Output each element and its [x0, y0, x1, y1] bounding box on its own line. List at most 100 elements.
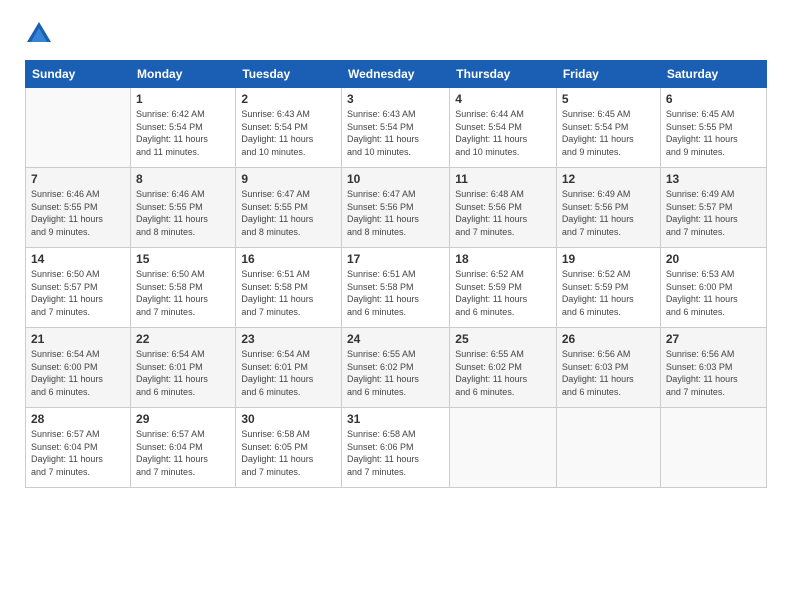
calendar-cell: 27 Sunrise: 6:56 AM Sunset: 6:03 PM Dayli… [660, 328, 766, 408]
calendar-cell: 5 Sunrise: 6:45 AM Sunset: 5:54 PM Daylig… [556, 88, 660, 168]
day-info: Sunrise: 6:42 AM Sunset: 5:54 PM Dayligh… [136, 108, 230, 158]
weekday-header-friday: Friday [556, 61, 660, 88]
day-info: Sunrise: 6:52 AM Sunset: 5:59 PM Dayligh… [562, 268, 655, 318]
calendar-cell: 12 Sunrise: 6:49 AM Sunset: 5:56 PM Dayli… [556, 168, 660, 248]
calendar-cell: 20 Sunrise: 6:53 AM Sunset: 6:00 PM Dayli… [660, 248, 766, 328]
calendar-cell: 10Sunrise: 6:47 AM Sunset: 5:56 PM Dayli… [342, 168, 450, 248]
calendar-cell: 7 Sunrise: 6:46 AM Sunset: 5:55 PM Daylig… [26, 168, 131, 248]
calendar-cell: 29 Sunrise: 6:57 AM Sunset: 6:04 PM Dayli… [131, 408, 236, 488]
day-info: Sunrise: 6:46 AM Sunset: 5:55 PM Dayligh… [31, 188, 125, 238]
day-number: 18 [455, 252, 551, 266]
day-number: 4 [455, 92, 551, 106]
calendar-cell: 17 Sunrise: 6:51 AM Sunset: 5:58 PM Dayli… [342, 248, 450, 328]
day-info: Sunrise: 6:52 AM Sunset: 5:59 PM Dayligh… [455, 268, 551, 318]
day-number: 9 [241, 172, 336, 186]
day-info: Sunrise: 6:45 AM Sunset: 5:55 PM Dayligh… [666, 108, 761, 158]
day-info: Sunrise: 6:55 AM Sunset: 6:02 PM Dayligh… [347, 348, 444, 398]
calendar-cell: 8 Sunrise: 6:46 AM Sunset: 5:55 PM Daylig… [131, 168, 236, 248]
day-info: Sunrise: 6:57 AM Sunset: 6:04 PM Dayligh… [136, 428, 230, 478]
day-info: Sunrise: 6:51 AM Sunset: 5:58 PM Dayligh… [347, 268, 444, 318]
calendar-cell: 13Sunrise: 6:49 AM Sunset: 5:57 PM Dayli… [660, 168, 766, 248]
calendar-cell [660, 408, 766, 488]
calendar-cell: 4 Sunrise: 6:44 AM Sunset: 5:54 PM Daylig… [450, 88, 557, 168]
calendar-cell: 16Sunrise: 6:51 AM Sunset: 5:58 PM Dayli… [236, 248, 342, 328]
day-info: Sunrise: 6:58 AM Sunset: 6:05 PM Dayligh… [241, 428, 336, 478]
calendar-cell: 3 Sunrise: 6:43 AM Sunset: 5:54 PM Daylig… [342, 88, 450, 168]
calendar-body: 1Sunrise: 6:42 AM Sunset: 5:54 PM Daylig… [26, 88, 767, 488]
calendar-cell: 2 Sunrise: 6:43 AM Sunset: 5:54 PM Daylig… [236, 88, 342, 168]
day-number: 26 [562, 332, 655, 346]
day-info: Sunrise: 6:45 AM Sunset: 5:54 PM Dayligh… [562, 108, 655, 158]
calendar-cell: 30 Sunrise: 6:58 AM Sunset: 6:05 PM Dayli… [236, 408, 342, 488]
day-number: 30 [241, 412, 336, 426]
day-number: 20 [666, 252, 761, 266]
day-number: 19 [562, 252, 655, 266]
logo [25, 20, 57, 48]
calendar-table: SundayMondayTuesdayWednesdayThursdayFrid… [25, 60, 767, 488]
day-number: 17 [347, 252, 444, 266]
day-info: Sunrise: 6:49 AM Sunset: 5:56 PM Dayligh… [562, 188, 655, 238]
calendar-cell: 22 Sunrise: 6:54 AM Sunset: 6:01 PM Dayli… [131, 328, 236, 408]
calendar-cell: 1Sunrise: 6:42 AM Sunset: 5:54 PM Daylig… [131, 88, 236, 168]
day-info: Sunrise: 6:54 AM Sunset: 6:01 PM Dayligh… [241, 348, 336, 398]
day-info: Sunrise: 6:53 AM Sunset: 6:00 PM Dayligh… [666, 268, 761, 318]
day-info: Sunrise: 6:44 AM Sunset: 5:54 PM Dayligh… [455, 108, 551, 158]
calendar-cell: 11 Sunrise: 6:48 AM Sunset: 5:56 PM Dayli… [450, 168, 557, 248]
calendar-cell: 14 Sunrise: 6:50 AM Sunset: 5:57 PM Dayli… [26, 248, 131, 328]
calendar-cell: 19 Sunrise: 6:52 AM Sunset: 5:59 PM Dayli… [556, 248, 660, 328]
calendar-cell: 9 Sunrise: 6:47 AM Sunset: 5:55 PM Daylig… [236, 168, 342, 248]
day-number: 21 [31, 332, 125, 346]
calendar-week-2: 14 Sunrise: 6:50 AM Sunset: 5:57 PM Dayli… [26, 248, 767, 328]
calendar-cell: 21Sunrise: 6:54 AM Sunset: 6:00 PM Dayli… [26, 328, 131, 408]
day-info: Sunrise: 6:54 AM Sunset: 6:01 PM Dayligh… [136, 348, 230, 398]
day-number: 2 [241, 92, 336, 106]
weekday-header-sunday: Sunday [26, 61, 131, 88]
day-info: Sunrise: 6:43 AM Sunset: 5:54 PM Dayligh… [347, 108, 444, 158]
calendar-cell: 15Sunrise: 6:50 AM Sunset: 5:58 PM Dayli… [131, 248, 236, 328]
calendar-week-1: 7 Sunrise: 6:46 AM Sunset: 5:55 PM Daylig… [26, 168, 767, 248]
day-number: 27 [666, 332, 761, 346]
day-number: 11 [455, 172, 551, 186]
calendar-cell: 31 Sunrise: 6:58 AM Sunset: 6:06 PM Dayli… [342, 408, 450, 488]
day-info: Sunrise: 6:56 AM Sunset: 6:03 PM Dayligh… [562, 348, 655, 398]
day-info: Sunrise: 6:47 AM Sunset: 5:55 PM Dayligh… [241, 188, 336, 238]
calendar-cell: 23Sunrise: 6:54 AM Sunset: 6:01 PM Dayli… [236, 328, 342, 408]
day-info: Sunrise: 6:48 AM Sunset: 5:56 PM Dayligh… [455, 188, 551, 238]
day-number: 10 [347, 172, 444, 186]
day-number: 14 [31, 252, 125, 266]
day-info: Sunrise: 6:56 AM Sunset: 6:03 PM Dayligh… [666, 348, 761, 398]
weekday-header-monday: Monday [131, 61, 236, 88]
day-number: 31 [347, 412, 444, 426]
day-number: 3 [347, 92, 444, 106]
day-info: Sunrise: 6:51 AM Sunset: 5:58 PM Dayligh… [241, 268, 336, 318]
calendar-week-3: 21Sunrise: 6:54 AM Sunset: 6:00 PM Dayli… [26, 328, 767, 408]
day-number: 7 [31, 172, 125, 186]
weekday-header-row: SundayMondayTuesdayWednesdayThursdayFrid… [26, 61, 767, 88]
calendar-cell: 25Sunrise: 6:55 AM Sunset: 6:02 PM Dayli… [450, 328, 557, 408]
day-info: Sunrise: 6:49 AM Sunset: 5:57 PM Dayligh… [666, 188, 761, 238]
day-number: 29 [136, 412, 230, 426]
day-number: 24 [347, 332, 444, 346]
day-info: Sunrise: 6:46 AM Sunset: 5:55 PM Dayligh… [136, 188, 230, 238]
calendar-cell: 18 Sunrise: 6:52 AM Sunset: 5:59 PM Dayli… [450, 248, 557, 328]
calendar-cell: 24 Sunrise: 6:55 AM Sunset: 6:02 PM Dayli… [342, 328, 450, 408]
day-number: 22 [136, 332, 230, 346]
day-info: Sunrise: 6:57 AM Sunset: 6:04 PM Dayligh… [31, 428, 125, 478]
calendar-header: SundayMondayTuesdayWednesdayThursdayFrid… [26, 61, 767, 88]
calendar-cell [26, 88, 131, 168]
day-info: Sunrise: 6:50 AM Sunset: 5:58 PM Dayligh… [136, 268, 230, 318]
calendar-cell: 6Sunrise: 6:45 AM Sunset: 5:55 PM Daylig… [660, 88, 766, 168]
day-number: 12 [562, 172, 655, 186]
weekday-header-wednesday: Wednesday [342, 61, 450, 88]
page: SundayMondayTuesdayWednesdayThursdayFrid… [0, 0, 792, 612]
day-info: Sunrise: 6:50 AM Sunset: 5:57 PM Dayligh… [31, 268, 125, 318]
day-number: 25 [455, 332, 551, 346]
day-number: 28 [31, 412, 125, 426]
day-number: 5 [562, 92, 655, 106]
day-info: Sunrise: 6:58 AM Sunset: 6:06 PM Dayligh… [347, 428, 444, 478]
calendar-cell [556, 408, 660, 488]
day-info: Sunrise: 6:43 AM Sunset: 5:54 PM Dayligh… [241, 108, 336, 158]
calendar-week-4: 28 Sunrise: 6:57 AM Sunset: 6:04 PM Dayli… [26, 408, 767, 488]
day-number: 8 [136, 172, 230, 186]
logo-icon [25, 20, 53, 48]
